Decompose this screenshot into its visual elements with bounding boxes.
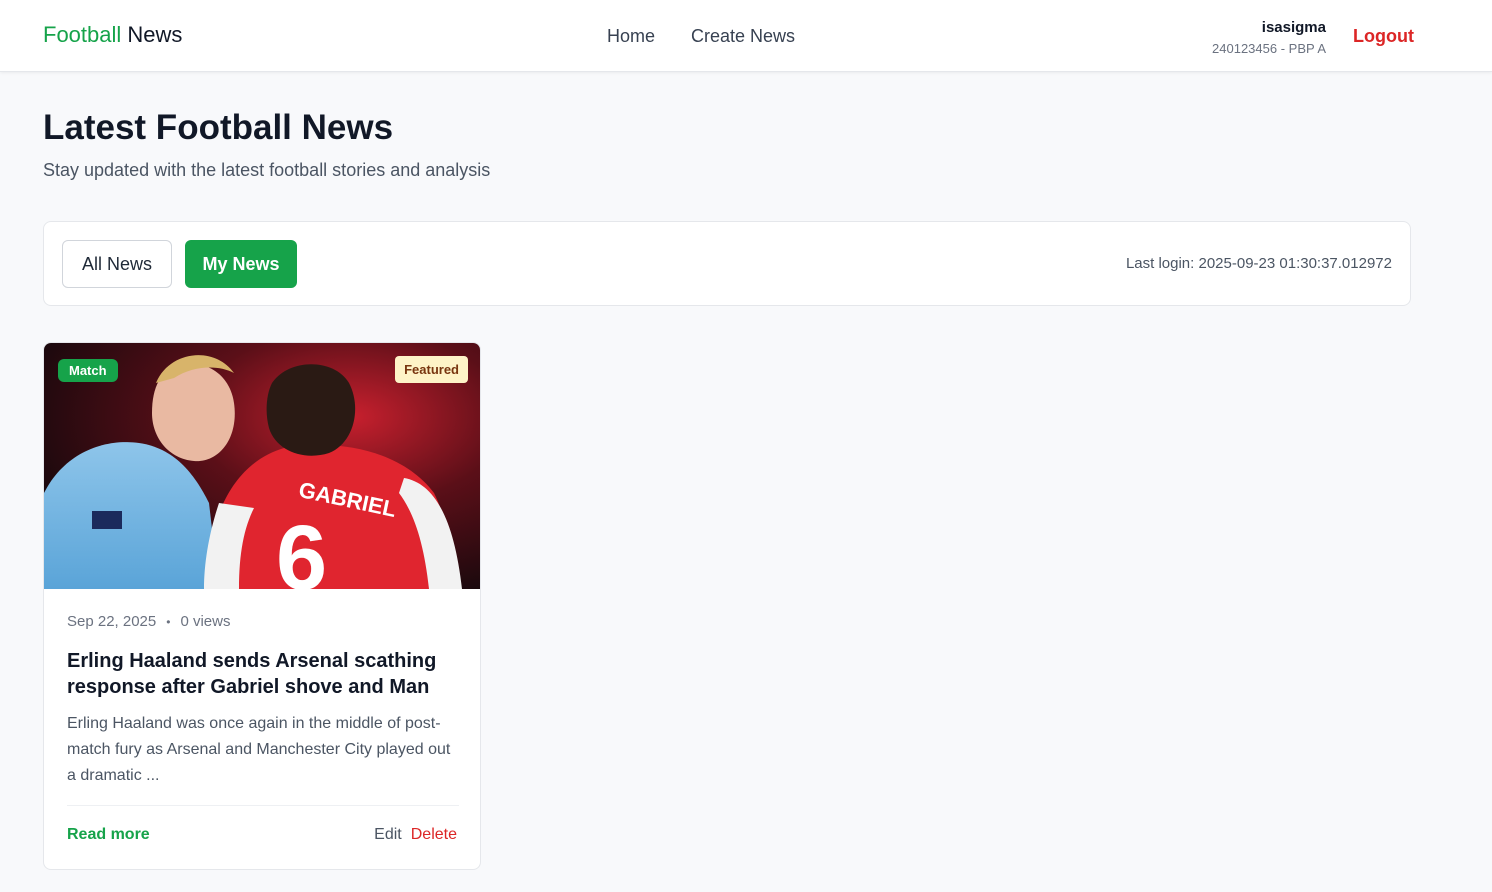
news-thumbnail[interactable]: GABRIEL 6 Match Featured xyxy=(44,343,480,589)
meta-separator: • xyxy=(166,614,171,629)
nav-home-link[interactable]: Home xyxy=(607,26,655,47)
nav-create-news-link[interactable]: Create News xyxy=(691,26,795,47)
card-divider xyxy=(67,805,459,806)
user-info: isasigma 240123456 - PBP A xyxy=(1212,18,1326,58)
user-name: isasigma xyxy=(1261,19,1326,36)
card-actions: Edit Delete xyxy=(374,826,457,844)
category-badge: Match xyxy=(58,359,118,382)
news-views: 0 views xyxy=(180,613,231,630)
news-title[interactable]: Erling Haaland sends Arsenal scathing re… xyxy=(67,648,462,700)
news-date: Sep 22, 2025 xyxy=(67,613,157,630)
featured-badge: Featured xyxy=(395,356,468,383)
filter-bar: All News My News Last login: 2025-09-23 … xyxy=(43,221,1411,306)
brand-news: News xyxy=(127,22,183,47)
shirt-number-text: 6 xyxy=(276,507,327,589)
news-card: GABRIEL 6 Match Featured Sep 22, 2025 • … xyxy=(43,342,481,870)
page-subtitle: Stay updated with the latest football st… xyxy=(43,160,491,180)
brand-logo[interactable]: Football News xyxy=(43,22,182,48)
navbar: Football News Home Create News isasigma … xyxy=(0,0,1492,72)
my-news-button[interactable]: My News xyxy=(185,240,297,288)
news-excerpt: Erling Haaland was once again in the mid… xyxy=(67,715,451,784)
edit-button[interactable]: Edit xyxy=(374,826,402,844)
brand-football: Football xyxy=(43,22,122,47)
nav-links: Home Create News xyxy=(607,26,795,47)
read-more-link[interactable]: Read more xyxy=(67,826,150,844)
news-meta: Sep 22, 2025 • 0 views xyxy=(67,613,230,630)
last-login-text: Last login: 2025-09-23 01:30:37.012972 xyxy=(1125,255,1392,272)
user-subtitle: 240123456 - PBP A xyxy=(1212,41,1326,56)
delete-button[interactable]: Delete xyxy=(411,826,457,844)
all-news-button[interactable]: All News xyxy=(62,240,172,288)
page-title: Latest Football News xyxy=(43,108,394,147)
logout-button[interactable]: Logout xyxy=(1353,26,1414,47)
